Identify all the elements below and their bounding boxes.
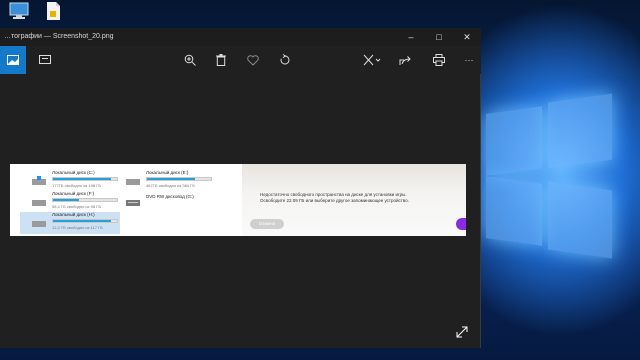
title-bar[interactable]: …тографии — Screenshot_20.png – □ ✕ xyxy=(0,28,481,46)
side-badge xyxy=(456,218,466,230)
edit-icon xyxy=(363,54,381,66)
file-desktop-icon[interactable] xyxy=(38,2,68,25)
usage-bar-fill xyxy=(147,178,195,180)
zoom-button[interactable] xyxy=(178,48,202,72)
drives-panel: Локальный диск (C:) 177ГБ свободно из 19… xyxy=(10,164,242,236)
drive-item: Локальный диск (F:) 58,4 ГБ свободно из … xyxy=(32,191,124,211)
cancel-button: Отмена xyxy=(250,219,284,229)
delete-icon xyxy=(216,54,226,66)
drive-item: Локальный диск (C:) 177ГБ свободно из 19… xyxy=(32,170,124,190)
computer-icon xyxy=(9,2,29,19)
drive-item-selected: Локальный диск (H:) 12,2 ГБ свободно из … xyxy=(20,212,120,234)
window-title: …тографии — Screenshot_20.png xyxy=(4,33,114,40)
slideshow-icon xyxy=(39,55,51,64)
maximize-button[interactable]: □ xyxy=(425,28,453,46)
print-icon xyxy=(433,54,445,66)
photos-app-window: …тографии — Screenshot_20.png – □ ✕ ··· … xyxy=(0,28,481,348)
minimize-button[interactable]: – xyxy=(397,28,425,46)
photo-icon xyxy=(7,55,19,65)
share-icon xyxy=(399,55,411,65)
more-button[interactable]: ··· xyxy=(457,48,481,72)
photo-view-button[interactable] xyxy=(0,46,26,74)
usage-bar-fill xyxy=(53,199,79,201)
notice-text: Недостаточно свободного пространства на … xyxy=(260,192,409,203)
hard-drive-icon xyxy=(32,221,46,227)
delete-button[interactable] xyxy=(209,48,233,72)
usage-bar-fill xyxy=(53,178,111,180)
slideshow-button[interactable] xyxy=(33,48,57,72)
document-icon xyxy=(47,2,60,20)
windows-drive-icon xyxy=(32,176,46,185)
usage-bar-fill xyxy=(53,220,111,222)
expand-icon xyxy=(456,326,468,338)
dvd-drive-icon xyxy=(126,200,140,206)
favorite-button[interactable] xyxy=(241,48,265,72)
edit-create-button[interactable] xyxy=(358,48,386,72)
heart-icon xyxy=(247,54,259,66)
drive-item: DVD RW дисковод (G:) xyxy=(126,191,218,211)
this-pc-desktop-icon[interactable] xyxy=(4,2,34,25)
hard-drive-icon xyxy=(126,179,140,185)
rotate-button[interactable] xyxy=(273,48,297,72)
fullscreen-button[interactable] xyxy=(452,322,472,342)
share-button[interactable] xyxy=(393,48,417,72)
rotate-icon xyxy=(280,54,290,65)
photo-viewport[interactable]: Локальный диск (C:) 177ГБ свободно из 19… xyxy=(10,164,466,236)
install-panel: Недостаточно свободного пространства на … xyxy=(242,164,466,236)
zoom-icon xyxy=(184,54,196,66)
toolbar: ··· xyxy=(0,46,481,74)
hard-drive-icon xyxy=(32,200,46,206)
print-button[interactable] xyxy=(427,48,451,72)
windows-logo-wallpaper xyxy=(478,88,618,268)
drive-item: Локальный диск (E:) 467ГБ свободно из 38… xyxy=(126,170,218,190)
close-button[interactable]: ✕ xyxy=(453,28,481,46)
